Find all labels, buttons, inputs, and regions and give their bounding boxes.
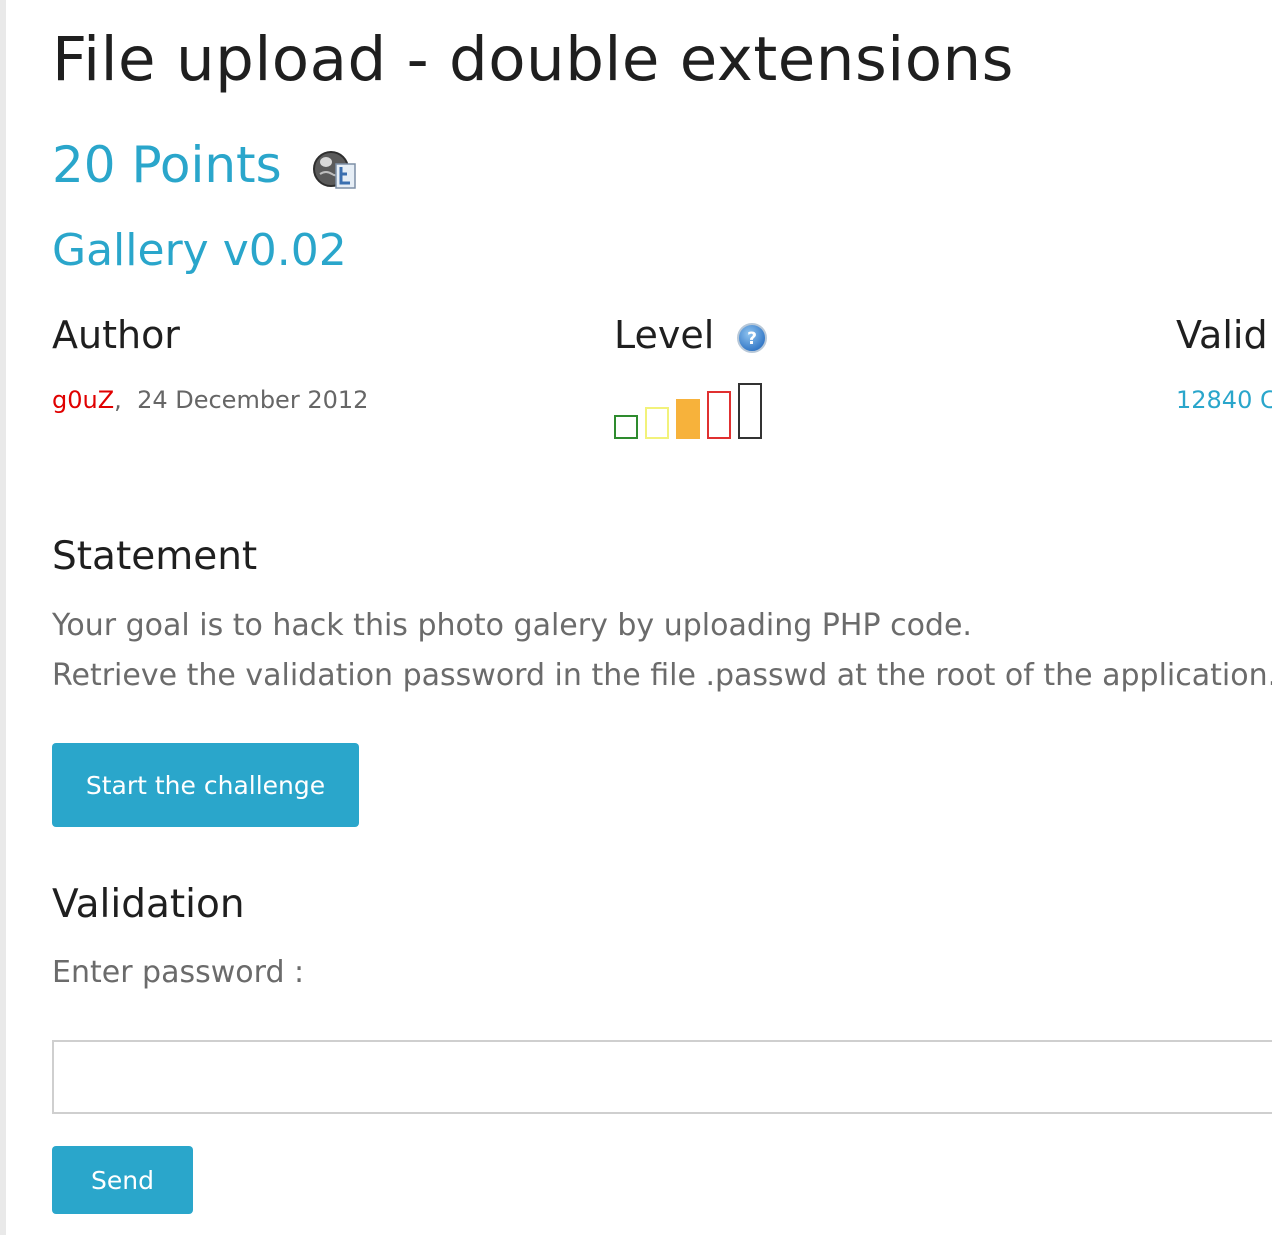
- page-title: File upload - double extensions: [52, 24, 1014, 95]
- svg-text:?: ?: [747, 329, 757, 349]
- challenge-points: 20 Points: [52, 136, 282, 194]
- author-heading: Author: [52, 313, 180, 357]
- statement-line: Retrieve the validation password in the …: [52, 658, 1272, 693]
- left-border: [0, 0, 6, 1235]
- statement-heading: Statement: [52, 534, 258, 579]
- statement-line: Your goal is to hack this photo galery b…: [52, 608, 972, 643]
- valid-heading: Valid: [1176, 313, 1268, 357]
- level-bar-3: [676, 399, 700, 439]
- level-heading-row: Level ?: [614, 313, 768, 357]
- send-button[interactable]: Send: [52, 1146, 193, 1214]
- question-mark-icon[interactable]: ?: [736, 322, 768, 354]
- level-bar-1: [614, 415, 638, 439]
- level-bar-5: [738, 383, 762, 439]
- publish-date: 24 December 2012: [137, 386, 369, 414]
- level-heading: Level: [614, 313, 715, 357]
- author-separator: ,: [114, 386, 122, 414]
- validation-heading: Validation: [52, 882, 245, 927]
- level-bar-2: [645, 407, 669, 439]
- difficulty-level-indicator: [614, 383, 762, 439]
- author-info: g0uZ, 24 December 2012: [52, 386, 368, 414]
- challenge-subtitle: Gallery v0.02: [52, 225, 347, 276]
- challenge-page: File upload - double extensions 20 Point…: [52, 0, 1272, 1235]
- password-input[interactable]: [52, 1040, 1272, 1114]
- gallery-globe-icon: [312, 151, 356, 189]
- password-label: Enter password :: [52, 955, 305, 990]
- points-row: 20 Points: [52, 136, 358, 194]
- validations-count[interactable]: 12840 C: [1176, 386, 1272, 414]
- level-bar-4: [707, 391, 731, 439]
- author-link[interactable]: g0uZ: [52, 386, 114, 414]
- start-challenge-button[interactable]: Start the challenge: [52, 743, 359, 827]
